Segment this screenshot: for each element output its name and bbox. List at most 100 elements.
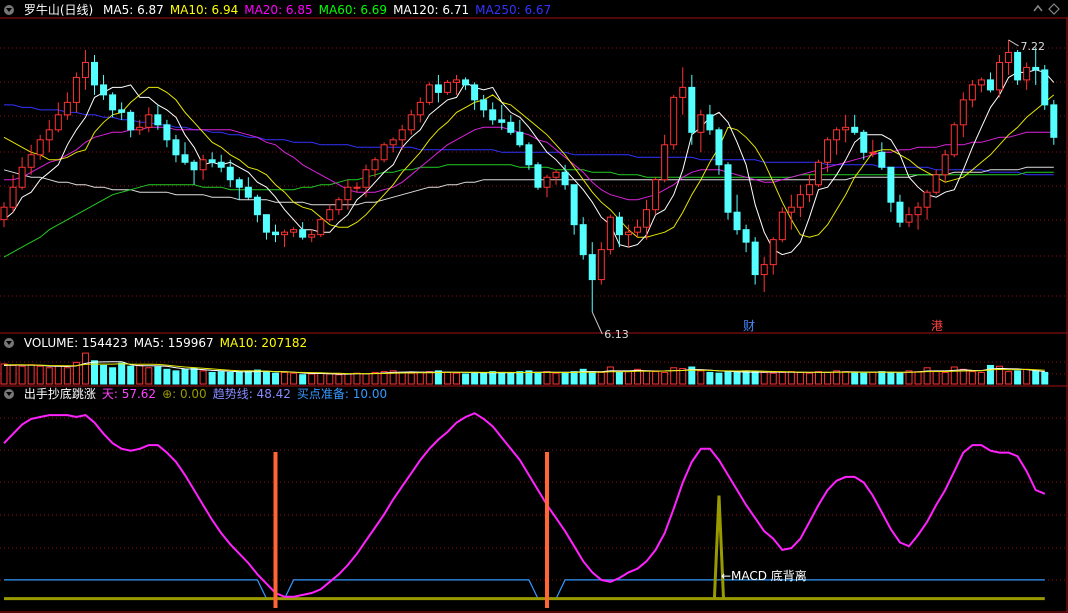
volume-bar [751, 371, 759, 385]
volume-bar [81, 352, 89, 385]
candle-body [308, 234, 316, 238]
candle-body [534, 164, 542, 188]
candle-body [335, 199, 343, 211]
volume-bar [851, 371, 859, 385]
price-legend: 罗牛山(日线) MA5: 6.87 MA10: 6.94 MA20: 6.85 MA6… [4, 2, 563, 18]
candle-body [824, 139, 832, 163]
ma-label-1: MA10: 6.94 [169, 3, 239, 17]
candle-body [317, 219, 325, 236]
volume-bar [272, 372, 279, 385]
candle-body [244, 186, 252, 198]
volume-bar [507, 372, 515, 385]
ma-label-2: MA20: 6.85 [244, 3, 313, 17]
candle-body [588, 254, 596, 281]
candle-body [18, 166, 26, 188]
candle-body [805, 184, 813, 196]
candle-body [624, 231, 632, 236]
candle-body [751, 241, 759, 276]
candle-body [643, 209, 651, 228]
volume-bar [977, 371, 985, 385]
volume-legend: VOLUME: 154423 MA5: 159967 MA10: 207182 [4, 335, 319, 351]
volume-label-2: MA10: 207182 [219, 336, 308, 350]
volume-bar [769, 372, 777, 385]
volume-bar [498, 371, 506, 385]
volume-bar [932, 371, 940, 385]
candle-body [507, 121, 515, 133]
candle-body [733, 211, 741, 231]
volume-bar [45, 367, 53, 385]
ma-label-0: MA5: 6.87 [103, 3, 164, 17]
ma-legend: MA5: 6.87 MA10: 6.94 MA20: 6.85 MA60: 6.69 M… [103, 3, 557, 17]
volume-bar [652, 371, 660, 385]
volume-bar [760, 371, 768, 385]
volume-bar [462, 373, 470, 385]
volume-bar [588, 371, 596, 385]
diamond-icon[interactable] [1048, 3, 1060, 15]
candle-body [407, 114, 415, 131]
candle-body [1014, 51, 1022, 81]
volume-bar [516, 371, 524, 385]
collapse-icon[interactable] [4, 338, 14, 348]
volume-bar [100, 364, 108, 385]
candle-body [45, 129, 53, 141]
candle-body [109, 94, 117, 111]
volume-bar [905, 370, 913, 385]
candle-body [453, 79, 460, 83]
candle-body [561, 171, 569, 186]
candle-body [54, 114, 62, 131]
candle-body [471, 84, 479, 101]
candle-body [398, 129, 406, 141]
indicator-label-3: 趋势线: 48.42 [212, 387, 291, 401]
candle-body [760, 264, 768, 276]
high-marker-label: 7.22 [1021, 40, 1046, 53]
candle-body [923, 191, 931, 208]
volume-bar [489, 371, 497, 385]
candle-body [552, 171, 560, 178]
volume-bar [661, 371, 669, 385]
candle-body [136, 126, 144, 131]
candle-body [570, 184, 578, 226]
indicator-label-1: 天: 57.62 [101, 387, 157, 401]
candle-body [0, 206, 8, 221]
candle-body [742, 229, 750, 243]
divergence-annotation: ←MACD 底背离 [721, 568, 807, 583]
volume-bar [543, 371, 551, 385]
volume-bar [172, 370, 180, 385]
candle-body [597, 249, 605, 281]
volume-bar [335, 374, 343, 385]
candle-body [235, 179, 243, 188]
volume-bar [805, 372, 813, 385]
collapse-icon[interactable] [4, 5, 14, 15]
candle-body [688, 86, 696, 133]
event-tag: 港 [931, 319, 943, 333]
volume-bar [615, 371, 623, 385]
candle-body [100, 84, 108, 96]
candle-body [480, 99, 488, 111]
volume-bar [480, 372, 488, 385]
volume-bar [1023, 368, 1031, 385]
candle-body [380, 144, 388, 161]
volume-bar [815, 371, 822, 385]
candle-body [715, 129, 723, 166]
volume-bar [796, 371, 804, 385]
ma-label-5: MA250: 6.67 [475, 3, 552, 17]
volume-bar [145, 367, 153, 385]
volume-bar [18, 365, 26, 385]
candle-body [516, 131, 524, 146]
candle-body [706, 114, 714, 131]
candle-body [778, 211, 786, 241]
volume-bar [416, 371, 424, 385]
candle-body [525, 144, 533, 166]
candle-body [796, 194, 804, 208]
candle-body [950, 124, 958, 156]
candle-body [208, 159, 216, 163]
indicator-legend-values: 出手抄底跳涨 天: 57.62 ⊕: 0.00 趋势线: 48.42 买点准备: 10.… [24, 387, 393, 401]
volume-bar [778, 371, 786, 385]
volume-bar [244, 370, 252, 385]
volume-bar [353, 372, 361, 385]
up-arrow-icon[interactable] [1032, 3, 1044, 15]
candle-body [652, 179, 660, 211]
candle-body [896, 201, 904, 223]
candle-body [281, 231, 289, 236]
collapse-icon[interactable] [4, 389, 14, 399]
